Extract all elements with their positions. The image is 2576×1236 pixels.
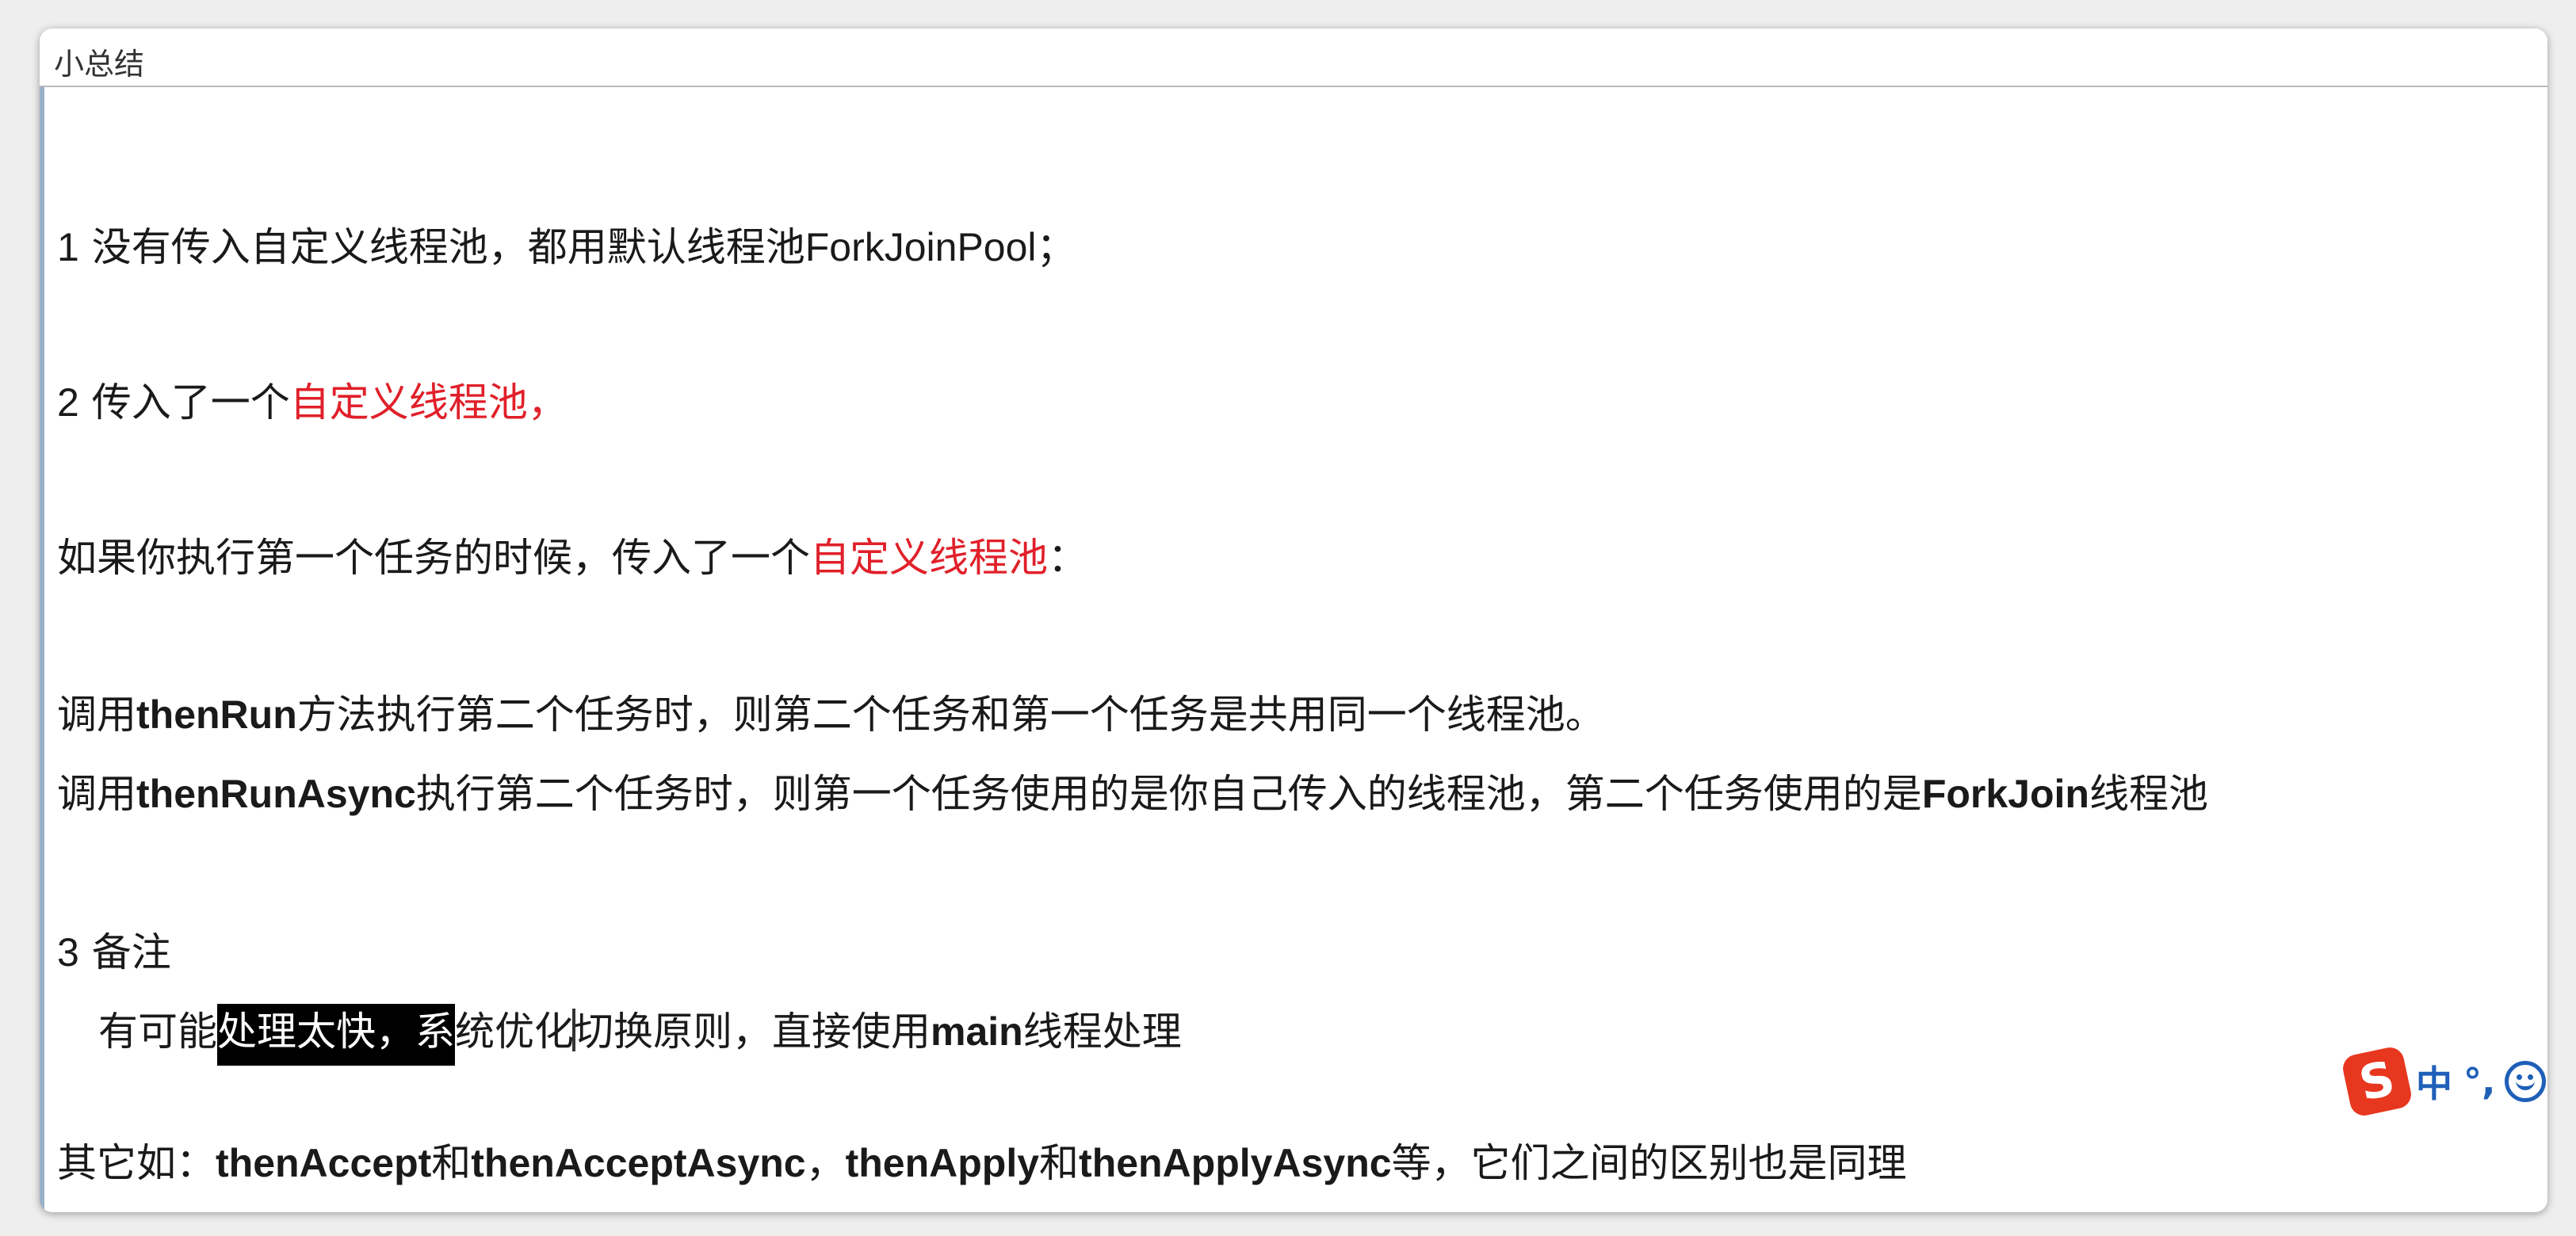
method-name: thenAccept bbox=[216, 1141, 432, 1185]
note-middle: 统优化 bbox=[455, 1009, 574, 1055]
line-prefix: 调用 bbox=[57, 692, 136, 738]
item-text: 传入了一个 bbox=[91, 380, 290, 425]
note-middle-b: 切换原则，直接使用 bbox=[574, 1009, 931, 1055]
conjunction: 和 bbox=[1039, 1140, 1080, 1186]
summary-item-2: 2 传入了一个自定义线程池， bbox=[57, 377, 568, 428]
item-punct: ； bbox=[1036, 224, 1076, 270]
sogou-logo-icon[interactable]: S bbox=[2340, 1044, 2414, 1119]
others-prefix: 其它如： bbox=[57, 1140, 216, 1186]
separator: ， bbox=[805, 1140, 846, 1186]
item-text: 没有传入自定义线程池，都用默认线程池 bbox=[91, 224, 805, 270]
ime-punctuation-toggle[interactable]: °, bbox=[2463, 1060, 2495, 1103]
ime-toolbar[interactable]: S 中 °, bbox=[2340, 1044, 2547, 1119]
method-name: thenRun bbox=[136, 692, 297, 737]
window-left-border bbox=[40, 29, 44, 1212]
pool-name: ForkJoin bbox=[1921, 772, 2089, 816]
title-bar: 小总结 bbox=[40, 29, 2547, 87]
smiley-icon[interactable] bbox=[2505, 1061, 2547, 1102]
method-name: thenApplyAsync bbox=[1079, 1141, 1392, 1185]
line-middle: 执行第二个任务时，则第一个任务使用的是你自己传入的线程池，第二个任务使用的是 bbox=[415, 771, 1922, 817]
method-name: thenRunAsync bbox=[136, 772, 416, 816]
code-term: main bbox=[931, 1009, 1023, 1054]
summary-item-1: 1 没有传入自定义线程池，都用默认线程池ForkJoinPool； bbox=[57, 222, 1076, 273]
line-prefix: 调用 bbox=[57, 771, 136, 817]
others-line: 其它如：thenAccept和thenAcceptAsync，thenApply… bbox=[57, 1138, 1907, 1188]
conjunction: 和 bbox=[431, 1140, 472, 1186]
line-suffix: 线程池 bbox=[2089, 771, 2208, 817]
emphasis-text: 自定义线程池 bbox=[810, 535, 1048, 581]
item-number: 2 bbox=[57, 380, 79, 425]
condition-text: 如果你执行第一个任务的时候，传入了一个 bbox=[57, 535, 810, 581]
item-number: 1 bbox=[57, 225, 79, 269]
window-title: 小总结 bbox=[54, 47, 145, 82]
condition-line: 如果你执行第一个任务的时候，传入了一个自定义线程池： bbox=[57, 532, 1087, 583]
thenrunasync-line: 调用thenRunAsync执行第二个任务时，则第一个任务使用的是你自己传入的线… bbox=[57, 769, 2208, 819]
item-number: 3 bbox=[57, 930, 79, 975]
thenrun-line: 调用thenRun方法执行第二个任务时，则第二个任务和第一个任务是共用同一个线程… bbox=[57, 689, 1605, 740]
summary-item-3: 3 备注 bbox=[57, 927, 171, 978]
line-rest: 方法执行第二个任务时，则第二个任务和第一个任务是共用同一个线程池。 bbox=[296, 692, 1605, 738]
note-after: 线程处理 bbox=[1022, 1009, 1182, 1055]
document-body[interactable]: 1 没有传入自定义线程池，都用默认线程池ForkJoinPool； 2 传入了一… bbox=[57, 86, 2547, 1212]
emphasis-text: 自定义线程池， bbox=[289, 380, 568, 425]
note-before: 有可能 bbox=[98, 1009, 217, 1055]
document-window: 小总结 1 没有传入自定义线程池，都用默认线程池ForkJoinPool； 2 … bbox=[40, 29, 2547, 1212]
selected-text[interactable]: 处理太快，系 bbox=[217, 1004, 455, 1066]
others-suffix: 等，它们之间的区别也是同理 bbox=[1391, 1140, 1907, 1186]
method-name: thenAcceptAsync bbox=[471, 1141, 806, 1185]
ime-mode-toggle[interactable]: 中 bbox=[2416, 1055, 2452, 1108]
note-line: 有可能处理太快，系统优化切换原则，直接使用main线程处理 bbox=[98, 1004, 1182, 1066]
item-text: 备注 bbox=[91, 929, 171, 975]
code-term: ForkJoinPool bbox=[805, 225, 1037, 269]
method-name: thenApply bbox=[845, 1141, 1040, 1185]
condition-punct: ： bbox=[1048, 535, 1087, 581]
